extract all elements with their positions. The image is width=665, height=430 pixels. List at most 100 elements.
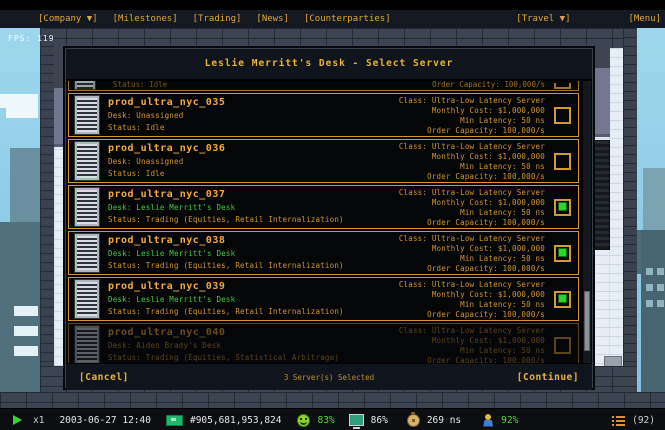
status-bar: x1 2003-06-27 12:40 #905,681,953,824 83%…: [0, 408, 665, 430]
server-capacity: Order Capacity: 100,000/s: [399, 264, 545, 273]
game-datetime: 2003-06-27 12:40: [59, 415, 151, 426]
server-row[interactable]: prod_ultra_nyc_038 Desk: Leslie Merritt'…: [68, 231, 579, 275]
menu-left-group: [Company ▼] [Milestones] [Trading] [News…: [0, 14, 391, 24]
server-checkbox[interactable]: [554, 199, 571, 216]
brick-wall-top: [40, 28, 637, 48]
server-name: prod_ultra_nyc_040: [108, 327, 339, 339]
server-row[interactable]: prod_ultra_nyc_035 Desk: Unassigned Stat…: [68, 93, 579, 137]
menu-bar: [Company ▼] [Milestones] [Trading] [News…: [0, 10, 665, 28]
server-name: prod_ultra_nyc_037: [108, 189, 344, 201]
game-speed[interactable]: x1: [33, 415, 44, 426]
server-class: Class: Ultra-Low Latency Server: [399, 234, 545, 243]
menu-milestones[interactable]: [Milestones]: [113, 14, 178, 24]
server-specs: Class: Ultra-Low Latency Server Monthly …: [399, 233, 545, 273]
server-capacity: Order Capacity: 100,000/s: [399, 218, 545, 227]
server-cost: Monthly Cost: $1,000,000: [399, 336, 545, 345]
server-desk: Desk: Unassigned: [108, 111, 225, 121]
server-rack-icon: [75, 234, 99, 272]
server-capacity: Order Capacity: 100,000/s: [399, 126, 545, 135]
server-info: prod_ultra_nyc_037 Desk: Leslie Merritt'…: [108, 189, 344, 225]
server-checkbox[interactable]: [554, 245, 571, 262]
server-name: prod_ultra_nyc_036: [108, 143, 225, 155]
server-cost: Monthly Cost: $1,000,000: [399, 152, 545, 161]
select-server-dialog: Leslie Merritt's Desk - Select Server St…: [65, 48, 593, 388]
server-row[interactable]: prod_ultra_nyc_036 Desk: Unassigned Stat…: [68, 139, 579, 183]
server-rack-icon: [75, 280, 99, 318]
server-rack-icon: [75, 142, 99, 180]
building-window: [14, 326, 38, 336]
server-latency: Min Latency: 50 ns: [399, 162, 545, 171]
server-info: prod_ultra_nyc_040 Desk: Aiden Brady's D…: [108, 327, 339, 363]
server-class: Class: Ultra-Low Latency Server: [399, 326, 545, 335]
reputation-icon: [482, 414, 494, 427]
server-checkbox[interactable]: [554, 153, 571, 170]
server-specs: Class: Ultra-Low Latency Server Monthly …: [399, 279, 545, 319]
server-info: prod_ultra_nyc_038 Desk: Leslie Merritt'…: [108, 235, 344, 271]
server-checkbox[interactable]: [554, 107, 571, 124]
server-row-clipped[interactable]: Status: Idle Order Capacity: 100,000/s: [68, 81, 579, 91]
server-checkbox[interactable]: [554, 337, 571, 354]
server-status: Status: Idle: [113, 81, 167, 89]
server-name: prod_ultra_nyc_039: [108, 281, 344, 293]
menu-company[interactable]: [Company ▼]: [38, 14, 98, 24]
monitor-bezel-right: [593, 68, 610, 137]
server-capacity: Order Capacity: 100,000/s: [432, 81, 545, 89]
building-window: [14, 306, 38, 316]
server-row[interactable]: prod_ultra_nyc_037 Desk: Leslie Merritt'…: [68, 185, 579, 229]
server-status: Status: Trading (Equities, Retail Intern…: [108, 261, 344, 271]
server-checkbox[interactable]: [554, 83, 571, 89]
notifications-icon[interactable]: [612, 415, 625, 426]
scrollbar-track[interactable]: [582, 81, 591, 363]
server-cost: Monthly Cost: $1,000,000: [399, 106, 545, 115]
menu-news[interactable]: [News]: [256, 14, 289, 24]
server-status: Status: Trading (Equities, Statistical A…: [108, 353, 339, 363]
scrollbar-thumb[interactable]: [584, 291, 590, 351]
building-window: [646, 268, 653, 275]
server-rack-icon: [75, 188, 99, 226]
server-capacity: Order Capacity: 100,000/s: [399, 310, 545, 319]
server-checkbox[interactable]: [554, 291, 571, 308]
happiness-icon: [297, 414, 310, 427]
server-latency: Min Latency: 50 ns: [399, 208, 545, 217]
menu-trading[interactable]: [Trading]: [193, 14, 242, 24]
latency-value: 269 ns: [427, 415, 461, 426]
menu-right-group: [Travel ▼] [Menu]: [516, 14, 661, 24]
server-cost: Monthly Cost: $1,000,000: [399, 244, 545, 253]
server-name: prod_ultra_nyc_038: [108, 235, 344, 247]
building-window: [14, 346, 38, 356]
reputation-percent: 92%: [501, 415, 518, 426]
cash-amount: #905,681,953,824: [190, 415, 282, 426]
server-class: Class: Ultra-Low Latency Server: [399, 188, 545, 197]
server-row[interactable]: prod_ultra_nyc_039 Desk: Leslie Merritt'…: [68, 277, 579, 321]
server-desk: Desk: Unassigned: [108, 157, 225, 167]
server-rack-prop: [594, 140, 610, 250]
wall-pillar-left: [40, 28, 54, 408]
server-class: Class: Ultra-Low Latency Server: [399, 280, 545, 289]
server-specs: Class: Ultra-Low Latency Server Monthly …: [399, 141, 545, 181]
server-latency: Min Latency: 50 ns: [399, 254, 545, 263]
server-desk: Desk: Leslie Merritt's Desk: [108, 249, 344, 259]
menu-menu[interactable]: [Menu]: [628, 14, 661, 24]
server-info: prod_ultra_nyc_035 Desk: Unassigned Stat…: [108, 97, 225, 133]
menu-counterparties[interactable]: [Counterparties]: [304, 14, 391, 24]
server-rack-icon: [75, 81, 95, 89]
system-percent: 86%: [371, 415, 388, 426]
server-latency: Min Latency: 50 ns: [399, 346, 545, 355]
menu-travel[interactable]: [Travel ▼]: [516, 14, 570, 24]
server-status: Status: Trading (Equities, Retail Intern…: [108, 215, 344, 225]
server-row[interactable]: prod_ultra_nyc_040 Desk: Aiden Brady's D…: [68, 323, 579, 363]
dialog-title: Leslie Merritt's Desk - Select Server: [66, 49, 592, 81]
city-building: [641, 230, 665, 408]
server-desk: Desk: Leslie Merritt's Desk: [108, 203, 344, 213]
server-info: prod_ultra_nyc_036 Desk: Unassigned Stat…: [108, 143, 225, 179]
server-capacity: Order Capacity: 100,000/s: [399, 172, 545, 181]
server-capacity: Order Capacity: 100,000/s: [399, 356, 545, 363]
server-list: prod_ultra_nyc_035 Desk: Unassigned Stat…: [68, 93, 579, 363]
server-status: Status: Trading (Equities, Retail Intern…: [108, 307, 344, 317]
server-info: prod_ultra_nyc_039 Desk: Leslie Merritt'…: [108, 281, 344, 317]
play-icon[interactable]: [13, 415, 22, 425]
server-specs: Class: Ultra-Low Latency Server Monthly …: [399, 95, 545, 135]
selected-count-label: 3 Server(s) Selected: [66, 373, 592, 382]
brick-wall-bottom: [0, 392, 665, 408]
server-class: Class: Ultra-Low Latency Server: [399, 142, 545, 151]
